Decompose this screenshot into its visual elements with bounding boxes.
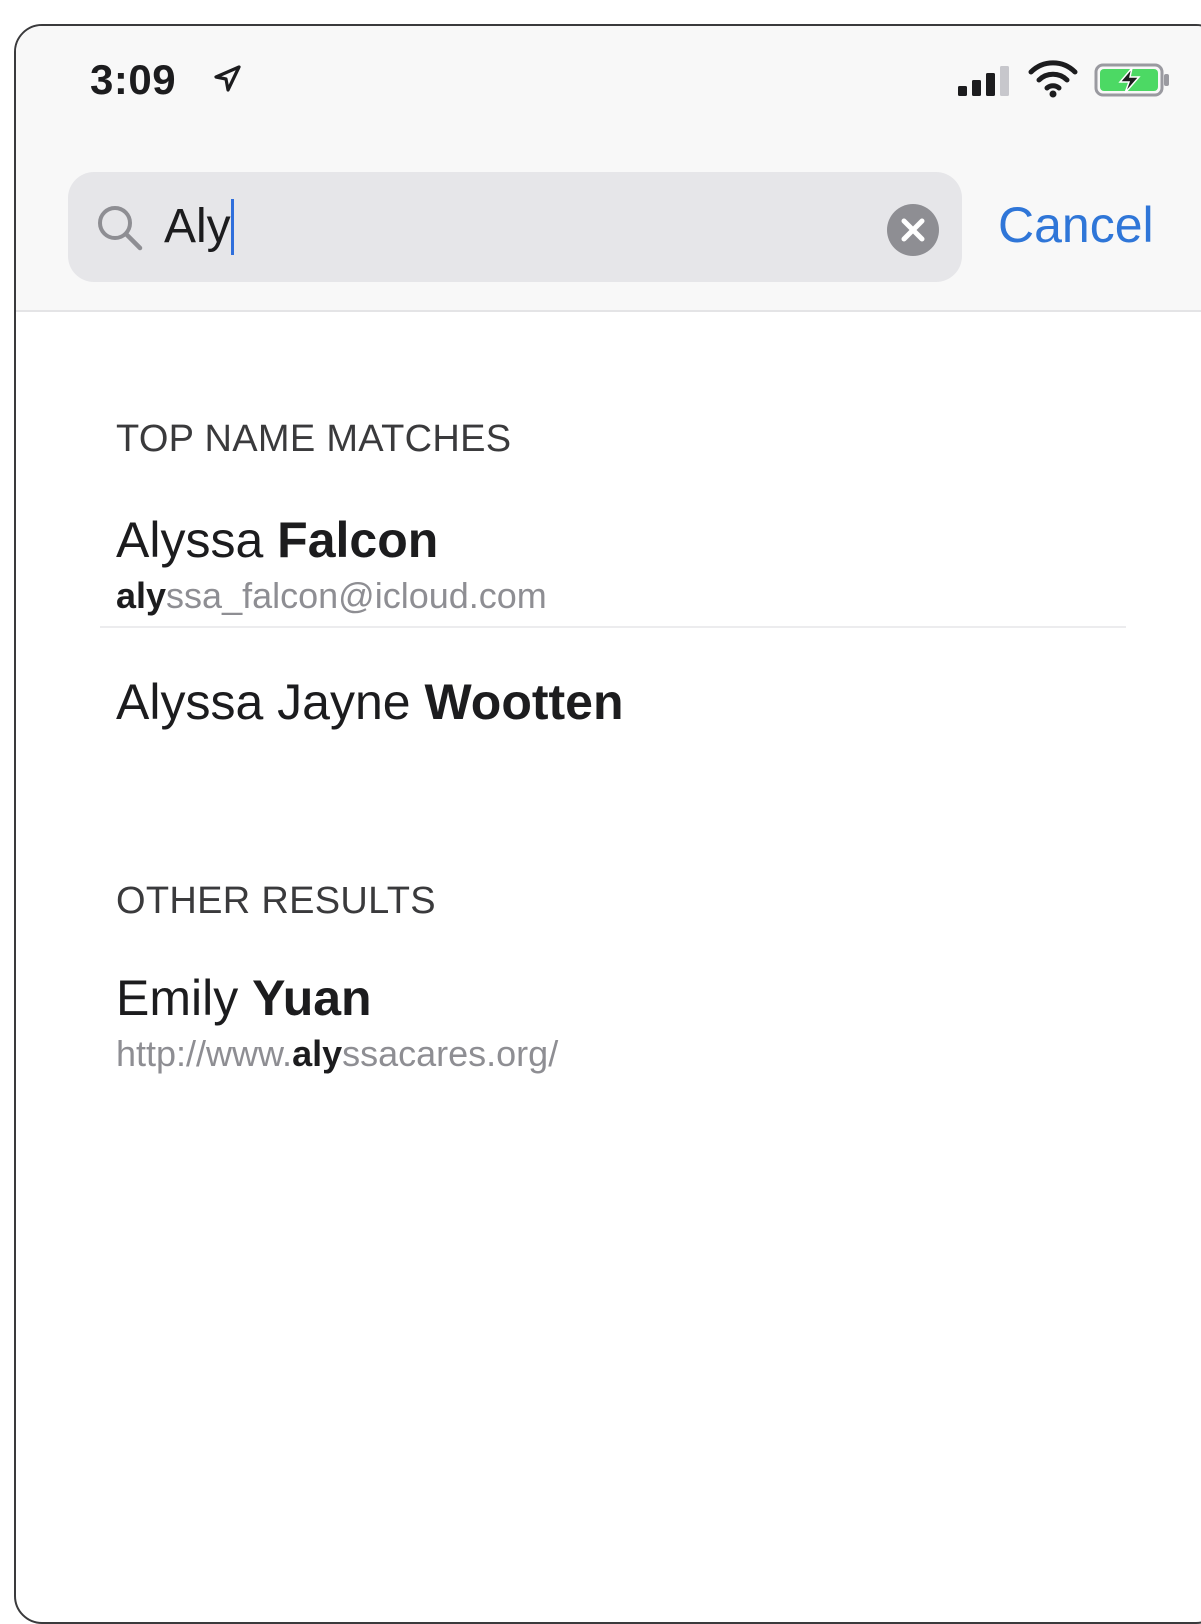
cancel-button[interactable]: Cancel xyxy=(998,196,1154,254)
clear-icon[interactable] xyxy=(886,203,940,257)
wifi-icon xyxy=(1028,60,1078,98)
status-time: 3:09 xyxy=(90,56,177,103)
search-field[interactable]: Aly xyxy=(68,172,962,282)
location-arrow-icon xyxy=(214,65,241,92)
result-subtitle-rest: ssa_falcon@icloud.com xyxy=(166,575,547,616)
result-name-plain: Alyssa xyxy=(116,512,278,568)
result-name-plain: Emily xyxy=(116,970,253,1026)
result-name-bold: Wootten xyxy=(424,674,624,730)
row-divider xyxy=(100,626,1126,628)
result-item[interactable]: Alyssa Jayne Wootten xyxy=(116,672,1126,732)
search-icon xyxy=(98,206,143,251)
result-item[interactable]: Emily Yuan http://www.alyssacares.org/ xyxy=(116,968,1126,1076)
search-input[interactable]: Aly xyxy=(164,199,234,255)
search-query: Aly xyxy=(164,200,231,253)
result-name-bold: Falcon xyxy=(277,512,439,568)
result-subtitle-highlight: aly xyxy=(292,1033,343,1074)
result-item[interactable]: Alyssa Falcon alyssa_falcon@icloud.com xyxy=(116,510,1126,618)
result-name-bold: Yuan xyxy=(252,970,372,1026)
result-name-plain: Alyssa Jayne xyxy=(116,674,425,730)
cellular-signal-icon xyxy=(958,66,1009,96)
battery-charging-icon xyxy=(1094,63,1169,97)
result-name: Alyssa Falcon xyxy=(116,510,1126,570)
result-subtitle-rest: ssacares.org/ xyxy=(342,1033,559,1074)
result-subtitle-prefix: http://www. xyxy=(116,1033,293,1074)
section-header-other-results: OTHER RESULTS xyxy=(116,880,436,922)
section-header-top-name-matches: TOP NAME MATCHES xyxy=(116,418,512,460)
result-subtitle: http://www.alyssacares.org/ xyxy=(116,1032,1126,1076)
phone-frame: 3:09 Aly Cancel TOP NAME MATCHES Alyssa … xyxy=(14,24,1201,1624)
result-name: Alyssa Jayne Wootten xyxy=(116,672,1126,732)
text-caret xyxy=(230,199,234,255)
result-subtitle-highlight: aly xyxy=(116,575,167,616)
top-bar: 3:09 Aly Cancel xyxy=(16,26,1201,312)
result-subtitle: alyssa_falcon@icloud.com xyxy=(116,574,1126,618)
result-name: Emily Yuan xyxy=(116,968,1126,1028)
